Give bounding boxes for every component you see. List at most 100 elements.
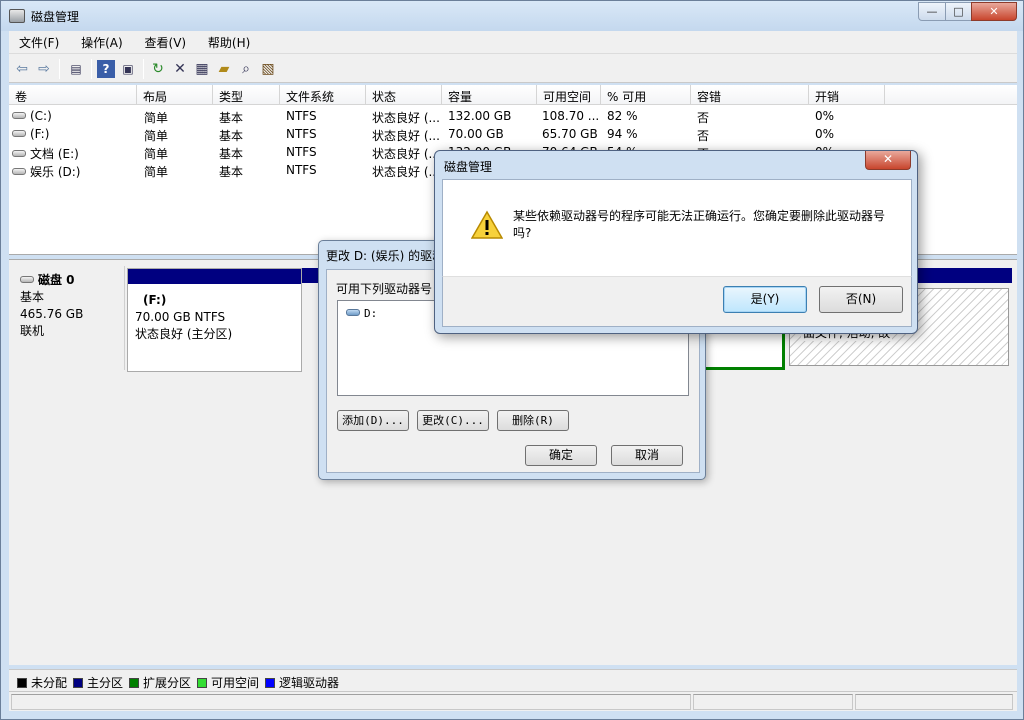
confirm-dialog-body: 某些依赖驱动器号的程序可能无法正确运行。您确定要删除此驱动器号吗? <box>442 179 912 276</box>
partition-f[interactable]: (F:) 70.00 GB NTFS 状态良好 (主分区) <box>127 268 302 372</box>
disk-info[interactable]: 磁盘 0 基本 465.76 GB 联机 <box>11 266 125 370</box>
legend-item: 主分区 <box>73 674 123 691</box>
fault-tolerance-cell: 否 <box>697 129 710 143</box>
change-button[interactable]: 更改(C)... <box>417 410 489 431</box>
legend-label: 逻辑驱动器 <box>279 676 340 690</box>
volume-name: 娱乐 (D:) <box>30 165 81 179</box>
ok-button[interactable]: 确定 <box>525 445 597 466</box>
volume-name: (F:) <box>30 127 50 141</box>
free-space-cell: 65.70 GB <box>542 127 598 141</box>
refresh-icon[interactable]: ↻ <box>149 60 167 78</box>
delete-icon[interactable]: ✕ <box>171 60 189 78</box>
menu-action[interactable]: 操作(A) <box>71 31 131 53</box>
filesystem-cell: NTFS <box>286 145 317 159</box>
column-header-status[interactable]: 状态 <box>366 85 442 105</box>
type-cell: 基本 <box>219 147 244 161</box>
partition-f-bar <box>128 269 301 284</box>
status-cell: 状态良好 (... <box>372 147 440 161</box>
partition-f-label: (F:) <box>143 293 167 307</box>
maximize-button[interactable]: □ <box>945 2 972 21</box>
overhead-cell: 0% <box>815 127 835 141</box>
filesystem-cell: NTFS <box>286 109 317 123</box>
panel-icon[interactable]: ▣ <box>119 60 137 78</box>
back-arrow-icon[interactable]: ⇦ <box>13 60 31 78</box>
column-header-overhead[interactable]: 开销 <box>809 85 885 105</box>
yes-button[interactable]: 是(Y) <box>723 286 807 313</box>
legend: 未分配 主分区 扩展分区 可用空间 逻辑驱动器 <box>9 669 1017 691</box>
open-folder-icon[interactable]: ▰ <box>215 60 233 78</box>
disk-size: 465.76 GB <box>20 307 84 321</box>
confirm-close-button[interactable]: ✕ <box>865 151 911 170</box>
confirm-dialog-footer: 是(Y) 否(N) <box>442 276 912 327</box>
layout-cell: 简单 <box>144 165 169 179</box>
volume-name: 文档 (E:) <box>30 147 79 161</box>
percent-free-cell: 94 % <box>607 127 638 141</box>
column-header-filesystem[interactable]: 文件系统 <box>280 85 366 105</box>
column-header-percent-free[interactable]: % 可用 <box>601 85 691 105</box>
no-button[interactable]: 否(N) <box>819 286 903 313</box>
minimize-button[interactable]: — <box>918 2 946 21</box>
menu-file[interactable]: 文件(F) <box>9 31 67 53</box>
disk-status: 联机 <box>20 324 45 338</box>
legend-label: 未分配 <box>31 676 68 690</box>
menu-view[interactable]: 查看(V) <box>135 31 195 53</box>
column-header-free-space[interactable]: 可用空间 <box>537 85 601 105</box>
column-header-capacity[interactable]: 容量 <box>442 85 537 105</box>
legend-swatch <box>73 678 83 688</box>
change-dialog-prompt: 可用下列驱动器号 <box>336 282 433 296</box>
fault-tolerance-cell: 否 <box>697 111 710 125</box>
legend-label: 可用空间 <box>211 676 260 690</box>
confirm-dialog-title: 磁盘管理 <box>444 160 493 174</box>
properties-icon[interactable]: ▦ <box>193 60 211 78</box>
filesystem-cell: NTFS <box>286 163 317 177</box>
column-header-layout[interactable]: 布局 <box>137 85 213 105</box>
volume-name: (C:) <box>30 109 52 123</box>
change-dialog-title: 更改 D: (娱乐) 的驱动 <box>326 249 445 263</box>
legend-label: 扩展分区 <box>143 676 192 690</box>
partition-f-size: 70.00 GB NTFS <box>135 310 226 324</box>
legend-item: 逻辑驱动器 <box>265 674 339 691</box>
help-icon[interactable]: ? <box>97 60 115 78</box>
percent-free-cell: 82 % <box>607 109 638 123</box>
legend-item: 未分配 <box>17 674 67 691</box>
status-segment <box>693 694 853 710</box>
legend-swatch <box>197 678 207 688</box>
list-item[interactable]: D: <box>346 307 377 320</box>
type-cell: 基本 <box>219 129 244 143</box>
status-cell: 状态良好 (... <box>372 111 440 125</box>
column-header-fault-tolerance[interactable]: 容错 <box>691 85 809 105</box>
status-bar <box>9 691 1017 711</box>
table-row[interactable]: (C:) 简单 基本 NTFS 状态良好 (... 132.00 GB 108.… <box>9 107 1017 125</box>
window-title: 磁盘管理 <box>31 10 80 24</box>
drive-icon <box>12 130 26 137</box>
search-icon[interactable]: ⌕ <box>237 60 255 78</box>
legend-swatch <box>265 678 275 688</box>
table-row[interactable]: (F:) 简单 基本 NTFS 状态良好 (... 70.00 GB 65.70… <box>9 125 1017 143</box>
status-cell: 状态良好 (... <box>372 129 440 143</box>
status-cell: 状态良好 (... <box>372 165 440 179</box>
wizard-icon[interactable]: ▧ <box>259 60 277 78</box>
title-bar[interactable]: 磁盘管理 — □ ✕ <box>1 1 1023 31</box>
cancel-button[interactable]: 取消 <box>611 445 683 466</box>
legend-item: 扩展分区 <box>129 674 191 691</box>
properties-pane-icon[interactable]: ▤ <box>67 60 85 78</box>
capacity-cell: 70.00 GB <box>448 127 504 141</box>
layout-cell: 简单 <box>144 147 169 161</box>
drive-icon <box>12 112 26 119</box>
layout-cell: 简单 <box>144 129 169 143</box>
free-space-cell: 108.70 ... <box>542 109 600 123</box>
type-cell: 基本 <box>219 165 244 179</box>
disk-name: 磁盘 0 <box>38 273 75 287</box>
confirm-dialog: 磁盘管理 ✕ 某些依赖驱动器号的程序可能无法正确运行。您确定要删除此驱动器号吗?… <box>434 150 918 334</box>
menu-help[interactable]: 帮助(H) <box>198 31 258 53</box>
toolbar: ⇦ ⇨ ▤ ? ▣ ↻ ✕ ▦ ▰ ⌕ ▧ <box>9 53 1017 83</box>
close-button[interactable]: ✕ <box>971 2 1017 21</box>
drive-icon <box>346 309 360 316</box>
add-button[interactable]: 添加(D)... <box>337 410 409 431</box>
legend-swatch <box>129 678 139 688</box>
remove-button[interactable]: 删除(R) <box>497 410 569 431</box>
column-header-type[interactable]: 类型 <box>213 85 280 105</box>
layout-cell: 简单 <box>144 111 169 125</box>
column-header-volume[interactable]: 卷 <box>9 85 137 105</box>
forward-arrow-icon[interactable]: ⇨ <box>35 60 53 78</box>
